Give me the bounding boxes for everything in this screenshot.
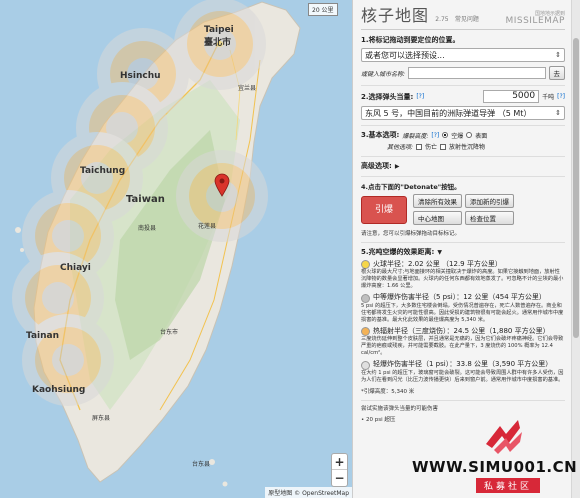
city-input-label: 或键入城市名称: xyxy=(361,70,406,78)
label-chiayi: Chiayi xyxy=(60,263,91,273)
map-view[interactable]: Taipei 臺北市 Hsinchu Taichung Taiwan Chiay… xyxy=(0,0,352,498)
label-yilan: 宜兰县 xyxy=(238,84,256,92)
label-taitung: 台东县 xyxy=(192,460,210,468)
effect-thermal: 热辐射半径（三度烧伤）：24.5 公里（1,880 平方公里） 三度烧伤延伸到整… xyxy=(361,327,565,357)
add-detonation-button[interactable]: 添加新的引爆 xyxy=(465,194,514,208)
yield-unit: 千吨 xyxy=(542,94,555,101)
warhead-select[interactable]: 东风 5 号，中国目前的洲际弹道导弹 （5 Mt） ⇕ xyxy=(361,106,565,120)
clear-all-button[interactable]: 清除所有效果 xyxy=(413,194,462,208)
step1-heading: 1.将标记拖动到要定位的位置。 xyxy=(361,36,460,44)
help-link[interactable]: [?] xyxy=(416,93,424,100)
zoom-out-button[interactable]: − xyxy=(332,470,347,486)
check-position-button[interactable]: 检查位置 xyxy=(465,211,514,225)
faq-link[interactable]: 常见问题 xyxy=(455,16,479,23)
label-taiwan: Taiwan xyxy=(126,194,165,205)
label-tainan: Tainan xyxy=(26,331,59,341)
go-button[interactable]: 去 xyxy=(548,66,565,80)
casualties-checkbox[interactable] xyxy=(416,143,423,150)
panel-header: 核子地图 2.75 常见问题 国地地示据到 MISSILEMAP xyxy=(361,4,565,30)
map-canvas: Taipei 臺北市 Hsinchu Taichung Taiwan Chiay… xyxy=(12,0,301,487)
airburst-label: 空爆 xyxy=(451,132,464,140)
brand-logo: MISSILEMAP xyxy=(505,16,565,26)
brand[interactable]: 国地地示据到 MISSILEMAP xyxy=(505,12,565,26)
fireball-legend-icon xyxy=(361,260,370,270)
effect-head: 热辐射半径（三度烧伤）：24.5 公里（1,880 平方公里） xyxy=(373,326,550,335)
footer-text: 尝试实施该弹头当量的可能伤害 xyxy=(361,405,439,412)
scrollbar-thumb[interactable] xyxy=(573,38,579,338)
expand-arrow-icon[interactable]: ▶ xyxy=(395,163,400,170)
effect-blast-light: 轻爆炸伤害半径（1 psi）：33.8 公里（3,590 平方公里） 在大约 1… xyxy=(361,360,565,383)
label-hualien: 花莲县 xyxy=(198,222,216,230)
watermark-logo-icon xyxy=(486,420,522,454)
effect-head: 轻爆炸伤害半径（1 psi）：33.8 公里（3,590 平方公里） xyxy=(373,360,553,369)
effect-body: 根火球的最大尺寸;与地面接环的相关撞取决于爆炸的高度。如果它接触到地面，放射性沉… xyxy=(361,269,564,290)
label-hsinchu: Hsinchu xyxy=(120,71,161,81)
label-kaohsiung: Kaohsiung xyxy=(32,385,85,395)
zoom-control: + − xyxy=(331,453,348,487)
help-link-2[interactable]: [?] xyxy=(557,93,565,100)
fallout-checkbox[interactable] xyxy=(440,143,447,150)
blast-legend-icon xyxy=(361,293,370,303)
step2-heading: 2.选择弹头当量: xyxy=(361,92,414,101)
warhead-select-value: 东风 5 号，中国目前的洲际弹道导弹 （5 Mt） xyxy=(365,108,532,118)
label-taipei: Taipei xyxy=(204,25,234,35)
city-input[interactable] xyxy=(408,67,546,79)
preset-select[interactable]: 或者您可以选择预设... ⇕ xyxy=(361,48,565,62)
step4-heading: 4.点击下面的"Detonate"按钮。 xyxy=(361,183,461,191)
watermark: WWW.SIMU001.CN 私募社区 xyxy=(412,414,580,498)
advanced-heading[interactable]: 高级选项: xyxy=(361,161,392,171)
effect-body: 三度烧伤延伸到整个皮肤层，并且通常是无痛的，因为它们会破坏疼痛神经。它们会导致严… xyxy=(361,336,564,357)
effect-blast-moderate: 中等爆炸伤害半径（5 psi）：12 公里（454 平方公里） 5 psi 的超… xyxy=(361,293,565,323)
surface-radio[interactable] xyxy=(466,132,473,138)
drag-note: 请注意，您可以引爆标弹拖动目标标记。 xyxy=(361,231,461,237)
map-scale: 20 公里 xyxy=(308,3,338,16)
burst-height-note: *引爆高度：5,340 米 xyxy=(361,388,415,395)
step3-heading: 3.基本选项: xyxy=(361,131,400,139)
chevron-down-icon: ⇕ xyxy=(555,109,561,117)
map-attribution[interactable]: 原型地图 © OpenStreetMap xyxy=(265,487,352,498)
fallout-label: 放射性沉降物 xyxy=(449,144,486,151)
label-pingtung: 屏东县 xyxy=(92,414,110,422)
label-taitung-city: 台东市 xyxy=(160,328,178,336)
thermal-legend-icon xyxy=(361,327,370,337)
airburst-radio[interactable] xyxy=(442,132,449,138)
effect-body: 5 psi 的超压下，大多数住宅楼会倒塌，受伤情况普遍存在，死亡人数普遍存在。商… xyxy=(361,302,564,323)
casualties-label: 伤亡 xyxy=(425,144,438,151)
app-title: 核子地图 xyxy=(361,6,430,25)
yield-input[interactable]: 5000 xyxy=(483,90,540,103)
watermark-site: WWW.SIMU001.CN xyxy=(412,458,578,476)
watermark-subtitle: 私募社区 xyxy=(476,478,541,493)
surface-label: 表面 xyxy=(475,132,488,140)
collapse-arrow-icon[interactable]: ▼ xyxy=(437,249,442,256)
step5-heading: 5.兆吨空爆的效果距离: xyxy=(361,248,435,256)
other-options-label: 其他选项: xyxy=(387,144,414,151)
chevron-down-icon: ⇕ xyxy=(555,51,561,59)
effect-head: 中等爆炸伤害半径（5 psi）：12 公里（454 平方公里） xyxy=(373,293,546,302)
detonate-button[interactable]: 引爆 xyxy=(361,195,407,224)
effect-fireball: 火球半径：2.02 公里 （12.9 平方公里） 根火球的最大尺寸;与地面接环的… xyxy=(361,260,565,290)
preset-select-value: 或者您可以选择预设... xyxy=(365,50,445,60)
zoom-in-button[interactable]: + xyxy=(332,454,347,470)
center-map-button[interactable]: 中心地图 xyxy=(413,211,462,225)
burst-height-label: 爆裂高度: xyxy=(402,132,429,140)
effect-body: 在大约 1 psi 的超压下，玻璃窗可能会破裂。这可能会导致周围人群中有许多人受… xyxy=(361,369,564,383)
version-label: 2.75 xyxy=(435,16,449,23)
help-link-3[interactable]: [?] xyxy=(431,132,439,139)
label-nantou: 南投县 xyxy=(138,224,156,232)
label-taichung: Taichung xyxy=(80,166,125,176)
light-blast-legend-icon xyxy=(361,360,370,370)
label-taipei-zh: 臺北市 xyxy=(204,36,231,48)
